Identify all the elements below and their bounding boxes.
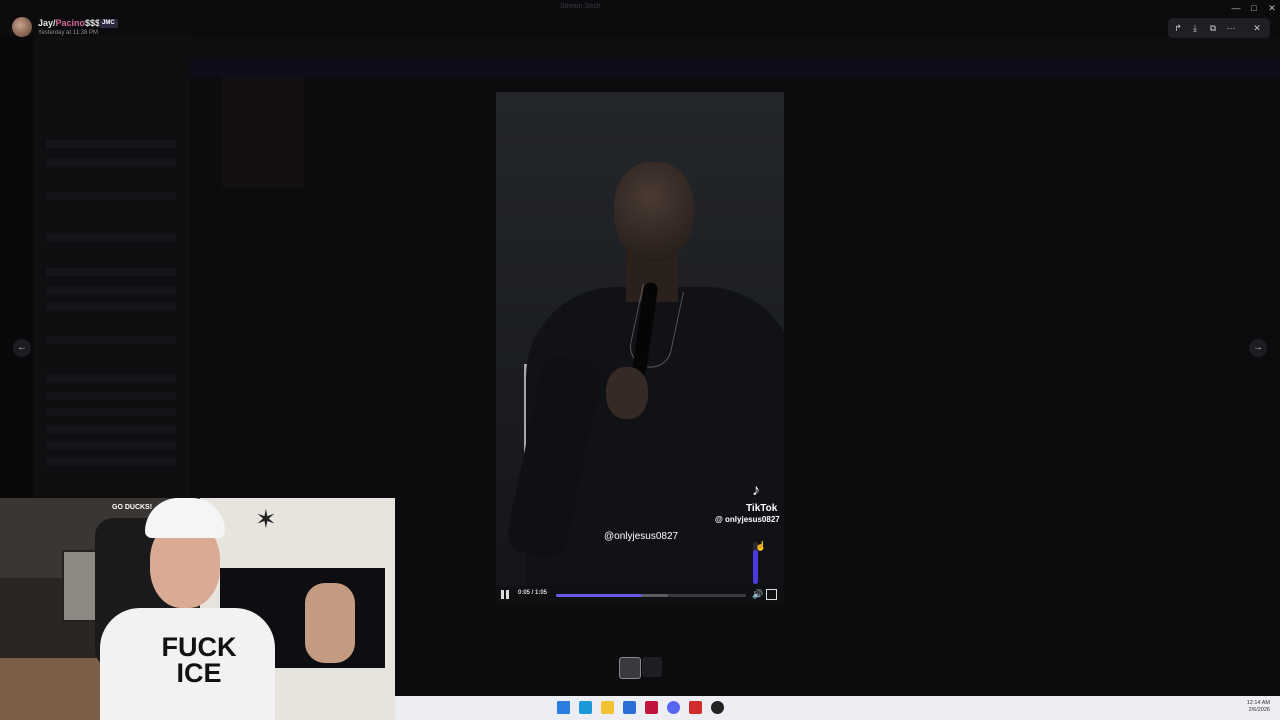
time-readout: 0:05 / 1:05 [518, 590, 548, 596]
taskbar [395, 696, 1280, 720]
window-close-button[interactable]: ✕ [1264, 3, 1280, 14]
channel-topbar [190, 36, 1280, 60]
author-name-accent: Pacino [55, 18, 86, 28]
tiktok-watermark: TikTok [746, 503, 778, 514]
fullscreen-icon[interactable] [766, 589, 777, 600]
author-name-prefix: Jay/ [38, 18, 56, 28]
discord-icon[interactable] [667, 701, 680, 714]
author-name-suffix: $$$ [85, 18, 101, 28]
webcam-poster-fighter [305, 583, 355, 663]
terminal-icon[interactable] [645, 701, 658, 714]
windows-start-icon[interactable] [557, 701, 570, 714]
post-timestamp: Yesterday at 11:38 PM [38, 30, 99, 36]
more-options-icon[interactable]: ⋯ [1224, 21, 1238, 35]
taskbar-time: 12:14 AM [1246, 700, 1270, 706]
next-media-button[interactable]: → [1249, 339, 1267, 357]
store-icon[interactable] [623, 701, 636, 714]
window-title: Stream Sesh [560, 3, 601, 10]
seek-bar-progress [556, 594, 642, 597]
speaker-head [614, 162, 694, 262]
app-icon[interactable] [689, 701, 702, 714]
webcam-overlay: GO DUCKS! ✶ FUCK ICE [0, 498, 395, 720]
pause-icon[interactable] [500, 590, 510, 600]
taskbar-clock[interactable]: 12:14 AM 2/6/2026 [1236, 700, 1270, 714]
mouse-cursor-icon: ☝ [755, 541, 767, 551]
caption-handle: @onlyjesus0827 [604, 531, 679, 542]
edge-icon[interactable] [579, 701, 592, 714]
author-name[interactable]: Jay/Pacino$$$ [38, 18, 100, 28]
open-in-browser-icon[interactable]: ⧉ [1206, 21, 1220, 35]
maximize-button[interactable]: □ [1246, 3, 1262, 13]
taskbar-date: 2/6/2026 [1248, 707, 1270, 713]
forward-icon[interactable]: ↱ [1171, 21, 1185, 35]
download-icon[interactable]: ⤓ [1188, 21, 1202, 35]
volume-level [753, 550, 758, 584]
media-player-icon[interactable] [711, 701, 724, 714]
background-attachment [222, 76, 304, 188]
webcam-sign: GO DUCKS! [112, 504, 153, 511]
lamp-icon: ✶ [255, 504, 277, 534]
media-thumbnail-active[interactable] [619, 657, 641, 679]
speaker-hand [606, 367, 648, 419]
channel-banner [190, 60, 1280, 76]
author-badge: JMC [99, 19, 118, 28]
previous-media-button[interactable]: ← [13, 339, 31, 357]
shirt-text: FUCK ICE [161, 632, 237, 688]
video-player[interactable]: ♪ TikTok @ onlyjesus0827 @onlyjesus0827 … [496, 92, 784, 604]
avatar[interactable] [12, 17, 32, 37]
media-thumbnail[interactable] [642, 657, 662, 677]
minimize-button[interactable]: — [1228, 3, 1244, 13]
file-explorer-icon[interactable] [601, 701, 614, 714]
tiktok-logo-icon: ♪ [752, 482, 760, 499]
close-viewer-icon[interactable]: ✕ [1250, 21, 1264, 35]
volume-icon[interactable]: 🔊 [752, 589, 763, 600]
tiktok-handle: @ onlyjesus0827 [715, 515, 780, 524]
